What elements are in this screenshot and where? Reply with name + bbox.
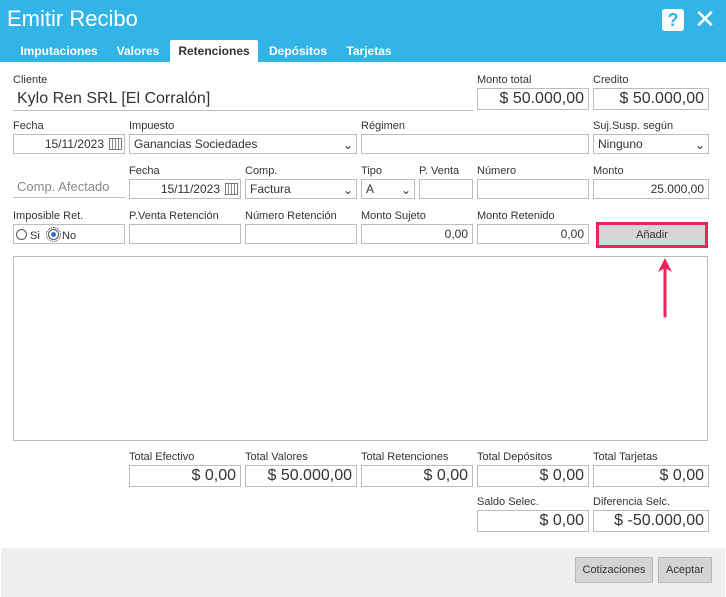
monto-sujeto-field[interactable]: 0,00 [361, 224, 473, 244]
monto-field[interactable]: 25.000,00 [593, 179, 709, 199]
impuesto-value: Ganancias Sociedades [134, 137, 258, 151]
fecha-field[interactable]: 15/11/2023 [13, 134, 125, 154]
imposible-ret-label: Imposible Ret. [13, 210, 84, 222]
monto-total-label: Monto total [477, 74, 532, 86]
total-efectivo-label: Total Efectivo [129, 451, 195, 463]
impuesto-label: Impuesto [129, 120, 175, 132]
retenciones-panel: Cliente Kylo Ren SRL [El Corralón] Monto… [1, 62, 725, 548]
fecha-value: 15/11/2023 [44, 137, 104, 151]
total-efectivo-field: $ 0,00 [129, 465, 241, 487]
comp-value: Factura [250, 182, 291, 196]
monto-retenido-label: Monto Retenido [477, 210, 555, 222]
tab-retenciones[interactable]: Retenciones [170, 40, 258, 62]
total-retenciones-field: $ 0,00 [361, 465, 473, 487]
numero-ret-label: Número Retención [245, 210, 337, 222]
numero-ret-field[interactable] [245, 224, 357, 244]
total-depositos-field: $ 0,00 [477, 465, 589, 487]
comp-select[interactable]: Factura ⌄ [245, 179, 357, 199]
regimen-label: Régimen [361, 120, 406, 132]
chevron-down-icon: ⌄ [400, 183, 411, 197]
emitir-recibo-window: Emitir Recibo ? ✕ Imputaciones Valores R… [0, 0, 726, 597]
cotizaciones-button[interactable]: Cotizaciones [575, 557, 653, 583]
pventa-field[interactable] [419, 179, 473, 199]
numero-field[interactable] [477, 179, 589, 199]
radio-no[interactable] [46, 227, 61, 242]
monto-label: Monto [593, 165, 624, 177]
radio-si-label: Si [30, 230, 40, 242]
retenciones-list[interactable] [13, 256, 708, 441]
tipo-select[interactable]: A ⌄ [361, 179, 415, 199]
calendar-icon[interactable] [225, 183, 238, 195]
comp-afectado-input[interactable]: Comp. Afectado [13, 178, 125, 198]
saldo-selec-field: $ 0,00 [477, 510, 589, 532]
arrow-up-icon [658, 258, 672, 318]
numero-label: Número [477, 165, 517, 177]
pventa-ret-field[interactable] [129, 224, 241, 244]
window-title: Emitir Recibo [7, 6, 138, 31]
cliente-field[interactable]: Kylo Ren SRL [El Corralón] [13, 89, 473, 111]
diferencia-selc-label: Diferencia Selc. [593, 496, 671, 508]
regimen-field[interactable] [361, 134, 589, 154]
total-valores-label: Total Valores [245, 451, 308, 463]
close-icon[interactable]: ✕ [694, 6, 716, 32]
fecha2-field[interactable]: 15/11/2023 [129, 179, 241, 199]
suj-susp-label: Suj.Susp. según [593, 120, 674, 132]
title-bar: Emitir Recibo ? ✕ Imputaciones Valores R… [0, 0, 726, 62]
fecha2-label: Fecha [129, 165, 160, 177]
cliente-label: Cliente [13, 74, 48, 86]
total-retenciones-label: Total Retenciones [361, 451, 449, 463]
tab-valores[interactable]: Valores [108, 40, 168, 62]
comp-label: Comp. [245, 165, 278, 177]
aceptar-button[interactable]: Aceptar [658, 557, 712, 583]
credito-label: Credito [593, 74, 629, 86]
impuesto-select[interactable]: Ganancias Sociedades ⌄ [129, 134, 357, 154]
tab-tarjetas[interactable]: Tarjetas [338, 40, 400, 62]
fecha-label: Fecha [13, 120, 44, 132]
calendar-icon[interactable] [109, 138, 122, 150]
chevron-down-icon: ⌄ [342, 183, 353, 197]
pventa-label: P. Venta [419, 165, 460, 177]
chevron-down-icon: ⌄ [342, 138, 353, 152]
total-depositos-label: Total Depósitos [477, 451, 553, 463]
imposible-ret-group: Si No [13, 224, 125, 244]
monto-sujeto-label: Monto Sujeto [361, 210, 426, 222]
add-button[interactable]: Añadir [596, 222, 708, 248]
pventa-ret-label: P.Venta Retención [129, 210, 219, 222]
fecha2-value: 15/11/2023 [160, 182, 220, 196]
dialog-footer: Cotizaciones Aceptar [1, 548, 725, 597]
monto-total-field: $ 50.000,00 [477, 88, 589, 110]
suj-susp-value: Ninguno [598, 137, 643, 151]
suj-susp-select[interactable]: Ninguno ⌄ [593, 134, 709, 154]
radio-no-label: No [62, 230, 77, 242]
total-tarjetas-field: $ 0,00 [593, 465, 709, 487]
total-valores-field: $ 50.000,00 [245, 465, 357, 487]
tipo-label: Tipo [361, 165, 382, 177]
monto-retenido-field[interactable]: 0,00 [477, 224, 589, 244]
credito-field: $ 50.000,00 [593, 88, 709, 110]
diferencia-selc-field: $ -50.000,00 [593, 510, 709, 532]
chevron-down-icon: ⌄ [694, 138, 705, 152]
tipo-value: A [366, 182, 375, 196]
tab-imputaciones[interactable]: Imputaciones [12, 40, 106, 62]
radio-si[interactable] [16, 229, 27, 240]
total-tarjetas-label: Total Tarjetas [593, 451, 658, 463]
saldo-selec-label: Saldo Selec. [477, 496, 539, 508]
tab-depositos[interactable]: Depósitos [260, 40, 336, 62]
help-icon[interactable]: ? [662, 9, 684, 31]
